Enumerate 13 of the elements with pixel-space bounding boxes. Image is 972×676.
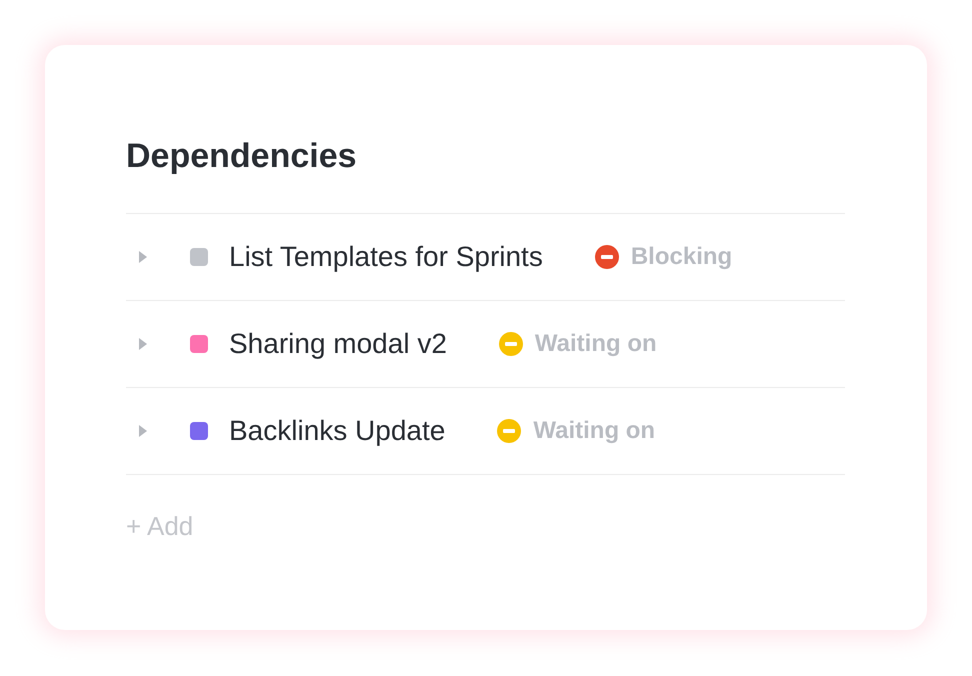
- task-name[interactable]: Backlinks Update: [229, 410, 446, 452]
- status-label: Blocking: [630, 242, 732, 272]
- status-icon: [594, 245, 619, 269]
- status-label: Waiting on: [533, 416, 656, 446]
- caret-icon[interactable]: [138, 424, 148, 438]
- task-name[interactable]: List Templates for Sprints: [229, 236, 543, 278]
- status-icon: [498, 332, 523, 356]
- task-name[interactable]: Sharing modal v2: [229, 323, 447, 365]
- status-label: Waiting on: [534, 329, 657, 359]
- caret-icon[interactable]: [138, 250, 148, 264]
- caret-icon[interactable]: [138, 337, 148, 351]
- section-title: Dependencies: [126, 136, 358, 177]
- status-icon: [497, 419, 522, 443]
